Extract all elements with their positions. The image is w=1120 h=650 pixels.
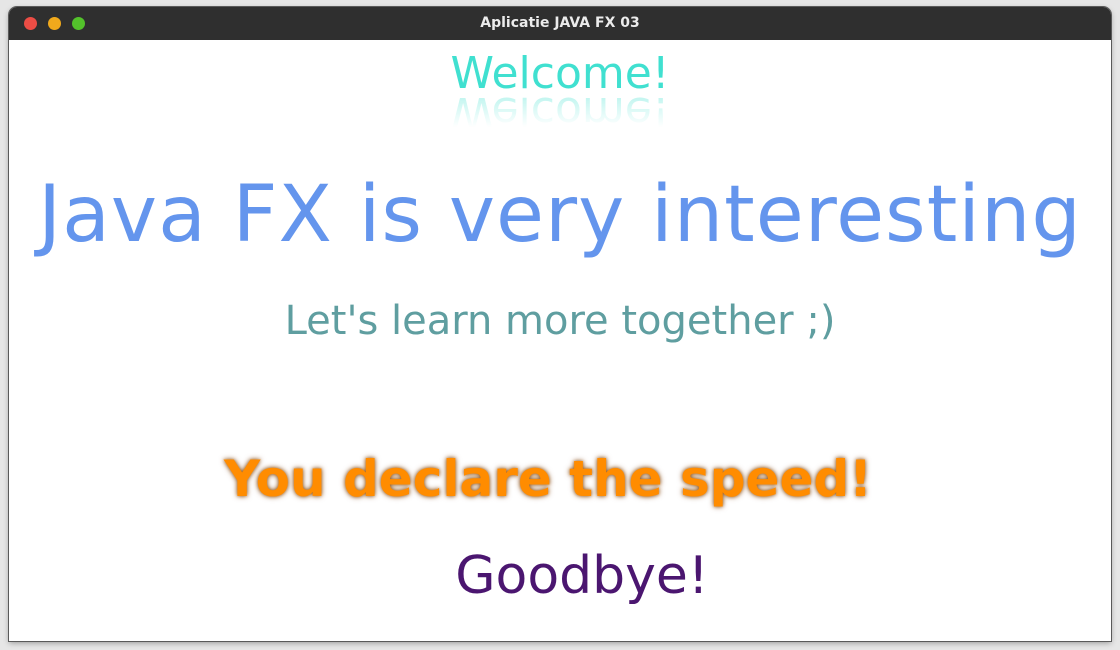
welcome-reflection: Welcome! [450,94,670,138]
speed-text: You declare the speed! [224,450,872,508]
goodbye-text: Goodbye! [455,546,709,606]
welcome-text: Welcome! [450,48,670,99]
title-bar[interactable]: Aplicatie JAVA FX 03 [9,7,1111,40]
scene-content: Welcome! Welcome! Java FX is very intere… [9,40,1111,641]
subline-text: Let's learn more together ;) [284,298,836,344]
window-title: Aplicatie JAVA FX 03 [480,15,640,31]
headline-text: Java FX is very interesting [38,170,1082,260]
app-window: Aplicatie JAVA FX 03 Welcome! Welcome! J… [9,7,1111,641]
